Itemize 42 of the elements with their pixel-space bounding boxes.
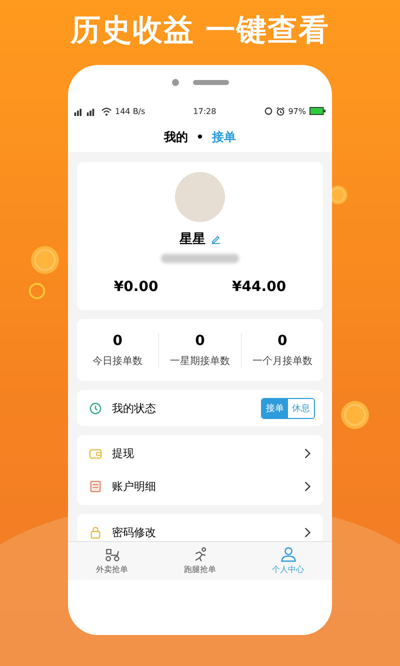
battery-percent: 97% [288, 106, 306, 116]
coin-icon [30, 245, 60, 275]
coin-icon [340, 400, 370, 430]
separator-dot: • [196, 130, 204, 144]
stat-value: 0 [277, 332, 288, 348]
ledger-icon [89, 480, 102, 493]
page-title: 我的 [164, 128, 188, 146]
headline: 历史收益 一键查看 [70, 12, 330, 50]
wifi-icon [101, 106, 112, 116]
clock-icon [89, 402, 102, 414]
lock-icon [89, 526, 102, 539]
role-label: 接单 [212, 128, 236, 146]
chevron-right-icon [304, 481, 311, 492]
balance-amount: ¥0.00 [114, 279, 158, 295]
menu-item[interactable]: 提现 [77, 437, 323, 470]
camera-dot [172, 79, 178, 86]
clock-time: 17:28 [192, 106, 218, 116]
speaker-slot [192, 80, 228, 85]
stat-value: 0 [112, 332, 123, 348]
balance-amount: ¥44.00 [232, 279, 286, 295]
battery-icon [309, 107, 326, 115]
person-icon [280, 547, 296, 562]
edit-icon[interactable] [210, 234, 220, 244]
alarm-icon [276, 106, 286, 116]
ring-icon [28, 282, 46, 300]
status-label: 我的状态 [112, 400, 157, 416]
stat-label: 一星期接单数 [170, 354, 230, 368]
stat-value: 0 [195, 332, 205, 348]
chevron-right-icon [304, 527, 311, 538]
user-name: 星星 [180, 231, 206, 248]
wallet-icon [89, 447, 102, 460]
scooter-icon [104, 547, 120, 562]
location-icon [264, 106, 274, 116]
nav-tab[interactable]: 外卖抢单 [68, 542, 156, 580]
stat-label: 今日接单数 [92, 354, 143, 368]
chevron-right-icon [304, 448, 311, 459]
network-speed: 144 B/s [115, 106, 146, 116]
menu-item[interactable]: 账户明细 [77, 470, 323, 503]
avatar-placeholder [175, 172, 225, 222]
menu-item[interactable]: 密码修改 [77, 516, 323, 541]
nav-tab[interactable]: 跑腿抢单 [156, 542, 244, 580]
stat-label: 一个月接单数 [252, 354, 312, 368]
